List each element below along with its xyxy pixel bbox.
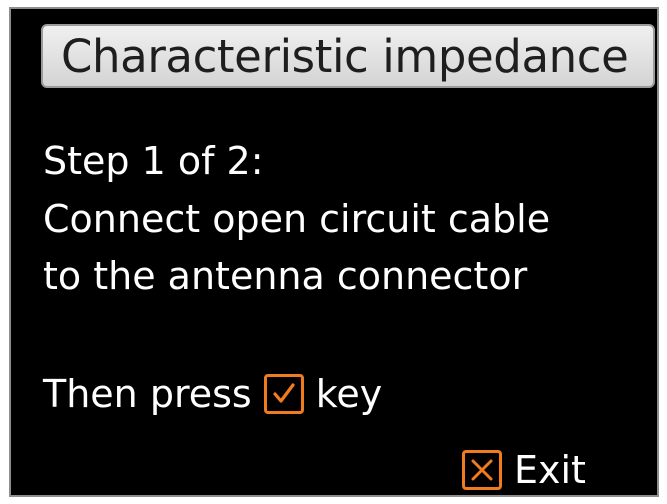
checkmark-icon	[273, 383, 295, 403]
step-label: Step 1 of 2:	[43, 139, 264, 183]
device-screen: Characteristic impedance Step 1 of 2: Co…	[9, 7, 659, 497]
exit-key[interactable]	[462, 450, 502, 490]
press-prefix: Then press	[43, 372, 252, 416]
page-title: Characteristic impedance	[61, 30, 629, 83]
exit-button[interactable]: Exit	[462, 446, 586, 494]
exit-label: Exit	[514, 448, 586, 492]
press-suffix: key	[315, 372, 383, 416]
x-icon	[471, 459, 493, 481]
instruction-line-2: to the antenna connector	[43, 254, 528, 298]
instruction-line-1: Connect open circuit cable	[43, 197, 551, 241]
press-key-instruction: Then press key	[43, 370, 382, 418]
confirm-key-button[interactable]	[263, 374, 304, 414]
title-bar: Characteristic impedance	[41, 24, 655, 88]
